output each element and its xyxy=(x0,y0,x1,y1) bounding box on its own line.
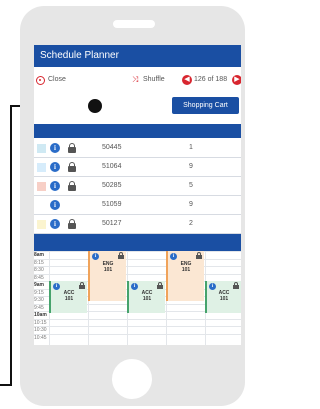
calendar-gridline xyxy=(34,318,241,320)
shuffle-icon[interactable]: ⤨ xyxy=(132,75,138,85)
course-id: 50285 xyxy=(102,182,122,189)
calendar-time-label: 8am xyxy=(34,252,45,258)
course-id: 51059 xyxy=(102,201,122,208)
info-icon[interactable]: i xyxy=(92,253,99,260)
calendar-time-label: 10:15 xyxy=(34,319,47,326)
app-header: Schedule Planner xyxy=(34,45,241,67)
calendar-time-label: 9am xyxy=(34,282,45,288)
course-count: 9 xyxy=(189,163,193,170)
info-icon[interactable]: i xyxy=(50,219,60,229)
course-color-swatch xyxy=(37,220,46,229)
connector-dot xyxy=(88,99,102,113)
info-icon[interactable]: i xyxy=(50,162,60,172)
calendar-time-label: 8:45 xyxy=(34,274,44,281)
event-course-number: 101 xyxy=(219,296,229,302)
event-course-number: 101 xyxy=(64,296,74,302)
info-icon[interactable]: i xyxy=(131,283,138,290)
calendar-header xyxy=(34,234,241,251)
course-color-swatch xyxy=(37,144,46,153)
course-row[interactable]: i 50285 5 xyxy=(34,177,241,196)
close-button[interactable]: Close xyxy=(48,76,66,83)
course-row[interactable]: i 50127 2 xyxy=(34,215,241,234)
info-icon[interactable]: i xyxy=(50,181,60,191)
calendar-gridline xyxy=(34,273,241,275)
course-count: 2 xyxy=(189,220,193,227)
lock-icon[interactable] xyxy=(68,181,76,191)
calendar-time-label: 9:30 xyxy=(34,297,44,303)
course-row[interactable]: i 51059 9 xyxy=(34,196,241,215)
arrow-left-icon[interactable]: ◀ xyxy=(182,75,192,85)
info-icon[interactable]: i xyxy=(50,143,60,153)
connector-line-bottom xyxy=(0,384,12,386)
calendar-time-label: 10:30 xyxy=(34,327,47,333)
lock-icon[interactable] xyxy=(68,162,76,172)
home-button[interactable] xyxy=(112,359,152,399)
course-count: 5 xyxy=(189,182,193,189)
lock-icon[interactable] xyxy=(68,143,76,153)
calendar-gridline xyxy=(34,251,241,252)
calendar-event[interactable]: i ACC 101 xyxy=(127,281,165,313)
pager-text: 126 of 188 xyxy=(194,76,228,83)
calendar-time-label: 9:45 xyxy=(34,304,44,311)
course-row[interactable]: i 50445 1 xyxy=(34,139,241,158)
course-count: 1 xyxy=(189,144,193,151)
event-course-number: 101 xyxy=(103,267,113,273)
connector-line xyxy=(10,106,12,386)
calendar-event[interactable]: i ACC 101 xyxy=(49,281,87,313)
info-icon[interactable]: i xyxy=(50,200,60,210)
course-id: 50127 xyxy=(102,220,122,227)
phone-speaker xyxy=(113,20,155,28)
lock-icon[interactable] xyxy=(233,282,239,289)
calendar-time-label: 10:45 xyxy=(34,334,47,341)
close-icon[interactable] xyxy=(36,76,45,85)
weekly-calendar: 8am 8:15 8:30 8:45 9am 9:15 9:30 9:45 10am 10:15 1… xyxy=(34,251,241,345)
shopping-cart-button[interactable]: Shopping Cart xyxy=(172,97,239,114)
calendar-event[interactable]: i ENG 101 xyxy=(166,251,204,301)
info-icon[interactable]: i xyxy=(209,283,216,290)
shuffle-button[interactable]: Shuffle xyxy=(143,76,165,83)
course-count: 9 xyxy=(189,201,193,208)
calendar-event[interactable]: i ENG 101 xyxy=(88,251,126,301)
course-color-swatch xyxy=(37,182,46,191)
app-screen: Schedule Planner Close ⤨ Shuffle ◀ 126 o… xyxy=(34,45,241,345)
course-list: i 50445 1 i 51064 9 i 50285 5 i 51059 9 i 50127 2 xyxy=(34,139,241,234)
event-course-number: 101 xyxy=(181,267,191,273)
course-id: 51064 xyxy=(102,163,122,170)
lock-icon[interactable] xyxy=(68,219,76,229)
course-row[interactable]: i 51064 9 xyxy=(34,158,241,177)
calendar-time-label: 8:30 xyxy=(34,267,44,273)
lock-icon[interactable] xyxy=(157,282,163,289)
arrow-right-icon[interactable]: ▶ xyxy=(232,75,241,85)
course-color-swatch xyxy=(37,163,46,172)
calendar-gridline xyxy=(34,266,241,267)
calendar-time-label: 8:15 xyxy=(34,259,44,266)
calendar-event[interactable]: i ACC 101 xyxy=(205,281,241,313)
calendar-gridline xyxy=(34,326,241,327)
lock-icon[interactable] xyxy=(118,252,124,259)
course-id: 50445 xyxy=(102,144,122,151)
info-icon[interactable]: i xyxy=(53,283,60,290)
course-list-header xyxy=(34,124,241,138)
app-title: Schedule Planner xyxy=(40,50,119,61)
calendar-time-label: 9:15 xyxy=(34,289,44,296)
calendar-time-label: 10am xyxy=(34,312,47,318)
lock-icon[interactable] xyxy=(79,282,85,289)
calendar-gridline xyxy=(34,333,241,335)
lock-icon[interactable] xyxy=(196,252,202,259)
info-icon[interactable]: i xyxy=(170,253,177,260)
toolbar: Close ⤨ Shuffle ◀ 126 of 188 ▶ xyxy=(34,75,241,89)
calendar-gridline xyxy=(34,258,241,260)
event-course-number: 101 xyxy=(142,296,152,302)
